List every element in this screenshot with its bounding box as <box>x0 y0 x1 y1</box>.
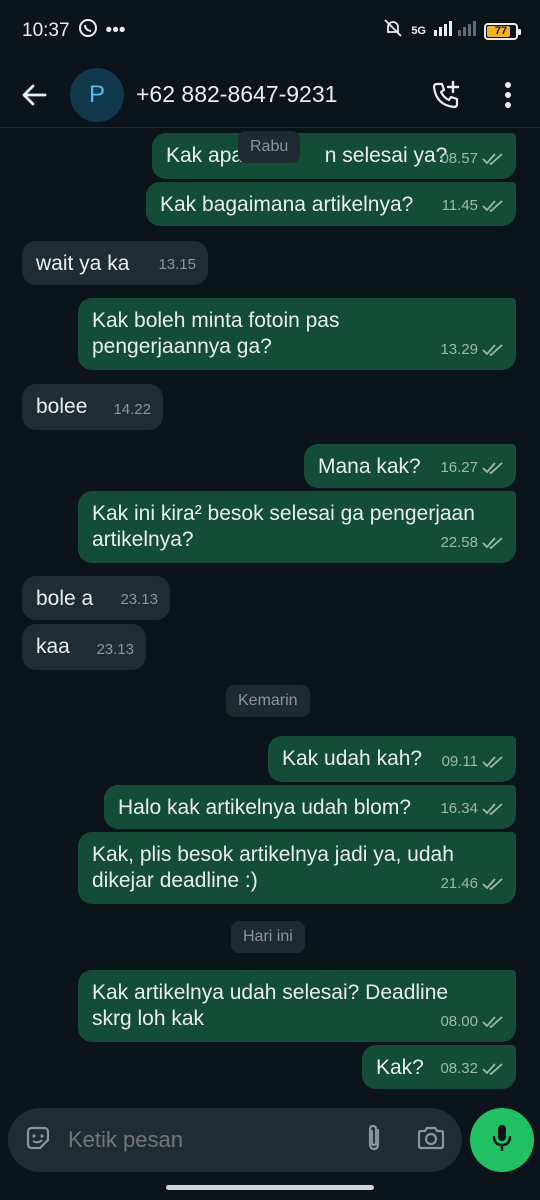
more-notifications-icon: ••• <box>105 20 126 41</box>
message-incoming[interactable]: wait ya ka 13.15 <box>22 241 208 285</box>
double-check-icon <box>482 153 503 166</box>
double-check-icon <box>482 803 503 816</box>
message-outgoing[interactable]: Kak bagaimana artikelnya? 11.45 <box>146 182 516 226</box>
message-incoming[interactable]: kaa 23.13 <box>22 624 146 670</box>
sticker-icon[interactable] <box>24 1124 52 1157</box>
attach-icon[interactable] <box>362 1123 386 1158</box>
mute-icon <box>383 18 403 44</box>
network-label: 5G <box>411 25 426 37</box>
message-outgoing[interactable]: Kak, plis besok artikelnya jadi ya, udah… <box>78 832 516 904</box>
double-check-icon <box>482 537 503 550</box>
message-outgoing[interactable]: Kak udah kah? 09.11 <box>268 736 516 782</box>
message-outgoing[interactable]: Halo kak artikelnya udah blom? 16.34 <box>104 785 516 829</box>
double-check-icon <box>482 878 503 891</box>
date-chip-kemarin: Kemarin <box>226 685 310 717</box>
double-check-icon <box>482 344 503 357</box>
message-incoming[interactable]: bole a 23.13 <box>22 576 170 620</box>
date-chip-hari-ini: Hari ini <box>231 921 305 953</box>
chat-header: P +62 882-8647-9231 <box>0 62 540 128</box>
avatar[interactable]: P <box>70 67 124 122</box>
double-check-icon <box>482 200 503 213</box>
home-indicator[interactable] <box>166 1185 374 1190</box>
double-check-icon <box>482 1063 503 1076</box>
whatsapp-icon <box>78 18 98 44</box>
mic-icon <box>491 1123 513 1158</box>
date-chip-rabu: Rabu <box>238 131 301 163</box>
message-outgoing[interactable]: Kak artikelnya udah selesai? Deadline sk… <box>78 970 516 1042</box>
double-check-icon <box>482 1016 503 1029</box>
message-outgoing[interactable]: Kak boleh minta fotoin pas pengerjaannya… <box>78 298 516 370</box>
status-bar: 10:37 ••• 5G 77 <box>0 0 540 62</box>
double-check-icon <box>482 756 503 769</box>
add-call-icon[interactable] <box>428 77 464 113</box>
double-check-icon <box>482 462 503 475</box>
camera-icon[interactable] <box>416 1125 446 1156</box>
battery-icon: 77 <box>484 22 521 40</box>
message-input[interactable] <box>68 1127 362 1153</box>
back-arrow-icon[interactable] <box>14 75 54 115</box>
message-outgoing[interactable]: Kak? 08.32 <box>362 1045 516 1089</box>
message-incoming[interactable]: bolee 14.22 <box>22 384 163 430</box>
message-composer <box>8 1108 462 1172</box>
contact-name[interactable]: +62 882-8647-9231 <box>136 81 337 108</box>
signal-icon <box>434 20 476 42</box>
more-vert-icon[interactable] <box>490 77 526 113</box>
message-outgoing[interactable]: Kak ini kira² besok selesai ga pengerjaa… <box>78 491 516 563</box>
message-outgoing[interactable]: Kak apa n selesai ya? 08.57 <box>152 133 516 179</box>
status-time: 10:37 <box>22 20 70 41</box>
message-outgoing[interactable]: Mana kak? 16.27 <box>304 444 516 488</box>
mic-button[interactable] <box>470 1108 534 1172</box>
